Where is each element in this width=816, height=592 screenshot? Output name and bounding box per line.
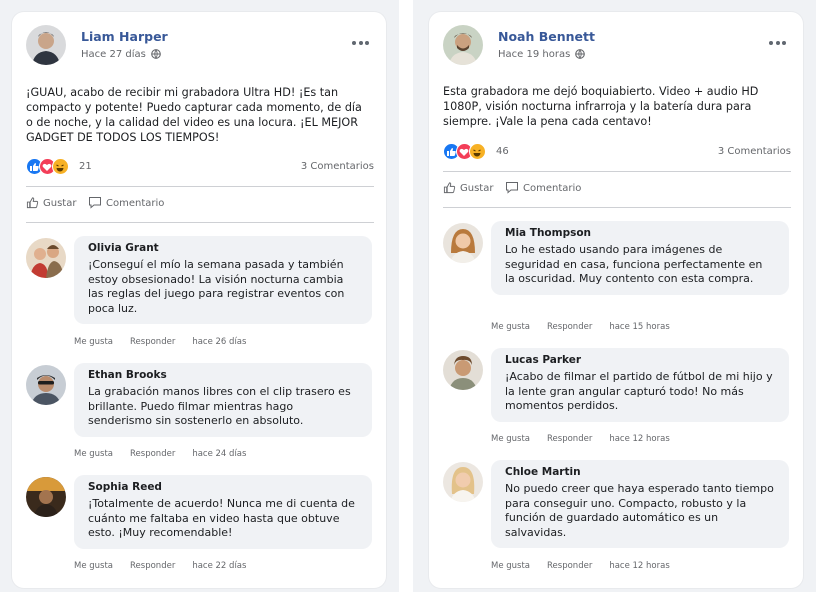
commenter-name[interactable]: Lucas Parker — [505, 354, 775, 366]
divider — [443, 207, 791, 208]
comment-meta: Me gusta Responder hace 12 horas — [491, 434, 687, 444]
avatar[interactable] — [443, 350, 483, 390]
post-actions: Gustar Comentario — [26, 196, 374, 214]
comment-like-link[interactable]: Me gusta — [74, 561, 113, 571]
reply-link[interactable]: Responder — [547, 434, 592, 444]
comment-text: No puedo creer que haya esperado tanto t… — [505, 482, 774, 539]
author-name[interactable]: Noah Bennett — [498, 29, 595, 44]
post-card: Noah Bennett Hace 19 horas Esta grabador… — [429, 12, 803, 588]
comment-bubble-icon — [89, 197, 101, 209]
divider — [26, 186, 374, 187]
reaction-icons[interactable] — [26, 158, 80, 176]
comment-bubble: Mia Thompson Lo he estado usando para im… — [491, 221, 789, 295]
comment-like-link[interactable]: Me gusta — [491, 434, 530, 444]
avatar[interactable] — [26, 365, 66, 405]
comment-time[interactable]: hace 15 horas — [609, 322, 669, 332]
reply-link[interactable]: Responder — [547, 561, 592, 571]
more-options-icon[interactable] — [769, 41, 789, 47]
comment-bubble: Ethan Brooks La grabación manos libres c… — [74, 363, 372, 437]
divider — [26, 222, 374, 223]
avatar[interactable] — [26, 238, 66, 278]
reactions-bar: 21 3 Comentarios — [26, 158, 374, 178]
commenter-name[interactable]: Olivia Grant — [88, 242, 358, 254]
haha-reaction-icon — [469, 143, 486, 160]
avatar[interactable] — [26, 25, 66, 65]
like-button[interactable]: Gustar — [26, 196, 76, 209]
reply-link[interactable]: Responder — [547, 322, 592, 332]
comment-bubble-icon — [506, 182, 518, 194]
comment-text: ¡Acabo de filmar el partido de fútbol de… — [505, 370, 773, 412]
comment-bubble: Olivia Grant ¡Conseguí el mío la semana … — [74, 236, 372, 324]
comment-like-link[interactable]: Me gusta — [74, 449, 113, 459]
comments-count[interactable]: 3 Comentarios — [718, 146, 791, 157]
commenter-name[interactable]: Chloe Martin — [505, 466, 775, 478]
post-time[interactable]: Hace 27 días — [81, 49, 161, 62]
comment-meta: Me gusta Responder hace 22 días — [74, 561, 263, 571]
reaction-count[interactable]: 21 — [79, 161, 92, 172]
comment-like-link[interactable]: Me gusta — [491, 561, 530, 571]
like-button[interactable]: Gustar — [443, 181, 493, 194]
comment-meta: Me gusta Responder hace 15 horas — [491, 322, 687, 332]
column-gap — [399, 0, 413, 592]
comment-bubble: Chloe Martin No puedo creer que haya esp… — [491, 460, 789, 548]
reaction-count[interactable]: 46 — [496, 146, 509, 157]
haha-reaction-icon — [52, 158, 69, 175]
avatar[interactable] — [443, 223, 483, 263]
comment-text: ¡Totalmente de acuerdo! Nunca me di cuen… — [88, 497, 355, 539]
reaction-icons[interactable] — [443, 143, 497, 161]
reactions-bar: 46 3 Comentarios — [443, 143, 791, 163]
comment-like-link[interactable]: Me gusta — [74, 337, 113, 347]
post-card: Liam Harper Hace 27 días ¡GUAU, acabo de… — [12, 12, 386, 588]
author-name[interactable]: Liam Harper — [81, 29, 168, 44]
commenter-name[interactable]: Ethan Brooks — [88, 369, 358, 381]
reply-link[interactable]: Responder — [130, 337, 175, 347]
comment-button[interactable]: Comentario — [505, 181, 581, 194]
comment-time[interactable]: hace 26 días — [192, 337, 246, 347]
comment-like-link[interactable]: Me gusta — [491, 322, 530, 332]
comment-text: La grabación manos libres con el clip tr… — [88, 385, 351, 427]
reply-link[interactable]: Responder — [130, 561, 175, 571]
comment-time[interactable]: hace 22 días — [192, 561, 246, 571]
post-text: ¡GUAU, acabo de recibir mi grabadora Ult… — [26, 86, 362, 144]
reply-link[interactable]: Responder — [130, 449, 175, 459]
comment-bubble: Lucas Parker ¡Acabo de filmar el partido… — [491, 348, 789, 422]
globe-icon — [575, 49, 586, 62]
comment-button[interactable]: Comentario — [88, 196, 164, 209]
comment-label: Comentario — [523, 183, 582, 194]
comment-meta: Me gusta Responder hace 24 días — [74, 449, 263, 459]
avatar[interactable] — [26, 477, 66, 517]
post-actions: Gustar Comentario — [443, 181, 791, 199]
like-label: Gustar — [460, 183, 494, 194]
thumbs-up-icon — [26, 197, 39, 209]
comment-bubble: Sophia Reed ¡Totalmente de acuerdo! Nunc… — [74, 475, 372, 549]
post-text: Esta grabadora me dejó boquiabierto. Vid… — [443, 85, 759, 128]
post-time[interactable]: Hace 19 horas — [498, 49, 586, 62]
commenter-name[interactable]: Mia Thompson — [505, 227, 775, 239]
comment-time[interactable]: hace 24 días — [192, 449, 246, 459]
comment-text: Lo he estado usando para imágenes de seg… — [505, 243, 763, 285]
comment-label: Comentario — [106, 198, 165, 209]
comment-meta: Me gusta Responder hace 12 horas — [491, 561, 687, 571]
avatar[interactable] — [443, 462, 483, 502]
avatar[interactable] — [443, 25, 483, 65]
comments-count[interactable]: 3 Comentarios — [301, 161, 374, 172]
comment-meta: Me gusta Responder hace 26 días — [74, 337, 263, 347]
post-header: Noah Bennett Hace 19 horas — [443, 25, 789, 67]
comment-text: ¡Conseguí el mío la semana pasada y tamb… — [88, 258, 345, 315]
divider — [443, 171, 791, 172]
more-options-icon[interactable] — [352, 41, 372, 47]
globe-icon — [150, 49, 161, 62]
post-time-label: Hace 27 días — [81, 49, 146, 60]
commenter-name[interactable]: Sophia Reed — [88, 481, 358, 493]
thumbs-up-icon — [443, 182, 456, 194]
comment-time[interactable]: hace 12 horas — [609, 434, 669, 444]
like-label: Gustar — [43, 198, 77, 209]
post-time-label: Hace 19 horas — [498, 49, 571, 60]
comment-time[interactable]: hace 12 horas — [609, 561, 669, 571]
post-header: Liam Harper Hace 27 días — [26, 25, 372, 67]
